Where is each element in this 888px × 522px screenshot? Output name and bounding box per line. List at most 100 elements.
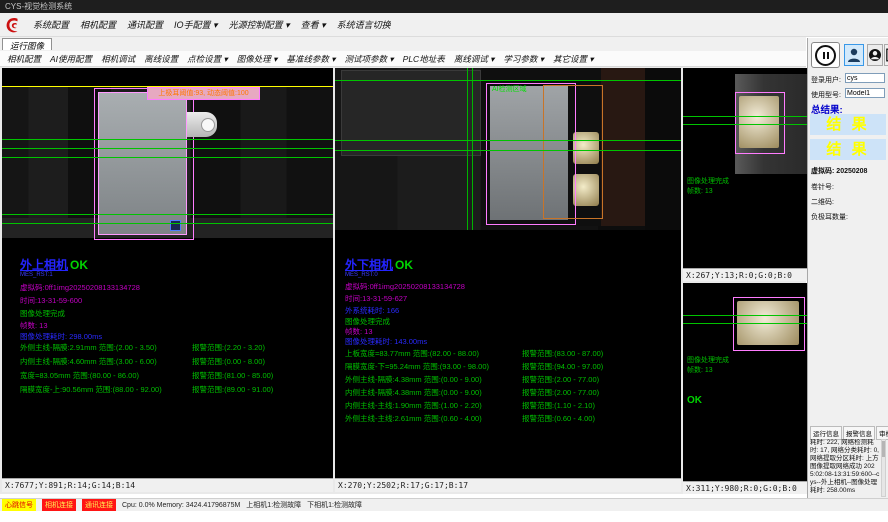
alarm-range: 报警范围:(0.60 - 4.00) <box>522 413 595 424</box>
menu-item-light-config[interactable]: 光源控制配置 ▾ <box>229 18 290 31</box>
pixel-coords-strip: X:267;Y:13;R:0;G:0;B:0 <box>683 268 807 281</box>
measurement-value: 隔膜宽度-上:90.56mm 范围:(88.00 - 92.00) <box>20 384 192 395</box>
ok-status: OK <box>395 258 413 272</box>
qr-code-label: 二维码: <box>811 197 834 207</box>
result-box-lower: 结 果 <box>810 139 886 160</box>
tool-image-process[interactable]: 图像处理 ▾ <box>237 53 278 65</box>
cpu-memory-status: Cpu: 0.0% Memory: 3424.41796875M <box>122 502 240 509</box>
camera-name: 外下相机 <box>345 258 393 272</box>
admin-mode-button[interactable] <box>867 44 883 66</box>
lower-camera-status: 下相机1:检测故障 <box>307 500 362 510</box>
measurement-value: 外侧主线-隔膜:2.91mm 范围:(2.00 - 3.50) <box>20 342 192 353</box>
alarm-range: 报警范围:(89.00 - 91.00) <box>192 384 273 395</box>
pixel-coords: X:267;Y:13;R:0;G:0;B:0 <box>686 271 792 280</box>
process-elapsed: 图像处理耗时: 298.00ms <box>20 331 102 342</box>
pin-number-label: 卷针号: <box>811 182 834 192</box>
system-elapsed: 外系统耗时: 166 <box>345 305 399 316</box>
guide-line-green <box>2 214 333 215</box>
menu-item-io-config[interactable]: IO手配置 ▾ <box>174 18 218 31</box>
guide-line-green <box>335 140 681 141</box>
virtual-code-label: 虚拟码: 20250208 <box>811 166 867 176</box>
measurement-value: 上板宽度=83.77mm 范围:(82.00 - 88.00) <box>345 348 522 359</box>
log-tab-audit[interactable]: 审核信息 <box>876 426 888 440</box>
measurement-value: 隔膜宽度-下=95.24mm 范围:(93.00 - 98.00) <box>345 361 522 372</box>
roi-outline-magenta <box>735 92 785 154</box>
window-title: CYS-视觉检测系统 <box>5 2 72 11</box>
measurement-row: 上板宽度=83.77mm 范围:(82.00 - 88.00) 报警范围:(83… <box>345 348 603 359</box>
log-scrollbar-thumb[interactable] <box>882 441 885 457</box>
ok-status: OK <box>687 395 702 406</box>
roi-outline-magenta <box>733 297 805 351</box>
guide-line-green <box>2 139 333 140</box>
pixel-coords: X:311;Y:980;R:0;G:0;B:0 <box>686 484 797 493</box>
process-elapsed: 图像处理耗时: 143.00ms <box>345 336 427 347</box>
guide-line-green-vertical <box>467 68 468 230</box>
alarm-range: 报警范围:(2.00 - 77.00) <box>522 374 599 385</box>
logout-button[interactable] <box>884 44 888 66</box>
guide-line-green-vertical <box>472 68 473 230</box>
measurement-row: 内侧主线-隔膜:4.38mm 范围:(0.00 - 9.00) 报警范围:(2.… <box>345 387 599 398</box>
tool-offline-setting[interactable]: 离线设置 <box>144 53 178 65</box>
tool-offline-debug[interactable]: 离线调试 ▾ <box>454 53 495 65</box>
frame-count: 帧数: 13 <box>20 320 48 331</box>
tool-learn-params[interactable]: 学习参数 ▾ <box>503 53 544 65</box>
connector-image <box>187 112 217 137</box>
menu-bar: 系统配置 相机配置 通讯配置 IO手配置 ▾ 光源控制配置 ▾ 查看 ▾ 系统语… <box>0 13 888 37</box>
measurement-row: 内侧主线-隔膜:4.60mm 范围:(3.00 - 6.00) 报警范围:(0.… <box>20 356 265 367</box>
tool-spot-check[interactable]: 点检设置 ▾ <box>187 53 228 65</box>
pixel-coords-strip: X:7677;Y:891;R:14;G:14;B:14 <box>2 478 333 492</box>
tool-baseline-params[interactable]: 基准线参数 ▾ <box>286 53 335 65</box>
status-bar: 心跳信号 相机连接 通讯连接 Cpu: 0.0% Memory: 3424.41… <box>0 498 888 511</box>
camera-view-upper-outer[interactable]: 上极耳阈值:93, 动态阈值:100 外上相机OK MES_RST:1 虚拟码:… <box>2 68 333 478</box>
log-tab-run[interactable]: 运行信息 <box>810 426 842 440</box>
tool-other-settings[interactable]: 其它设置 ▾ <box>553 53 594 65</box>
capture-time: 时间:13-31-59-627 <box>345 293 407 304</box>
alarm-range: 报警范围:(81.00 - 85.00) <box>192 370 273 381</box>
app-window: CYS-视觉检测系统 系统配置 相机配置 通讯配置 IO手配置 ▾ 光源控制配置… <box>0 0 888 522</box>
tab-run-image[interactable]: 运行图像 <box>2 38 52 50</box>
measurement-value: 外侧主线-隔膜:4.38mm 范围:(0.00 - 9.00) <box>345 374 522 385</box>
frame-count: 帧数: 13 <box>687 186 713 196</box>
mes-result: MES_RST:1 <box>20 272 53 278</box>
alarm-range: 报警范围:(2.00 - 77.00) <box>522 387 599 398</box>
operator-mode-button[interactable] <box>844 44 864 66</box>
tool-plc-address[interactable]: PLC地址表 <box>403 53 445 65</box>
log-tab-alarm[interactable]: 报警信息 <box>843 426 875 440</box>
mes-result: MES_RST:0 <box>345 272 378 278</box>
measurement-value: 内侧主线-主线:1.90mm 范围:(1.00 - 2.20) <box>345 400 522 411</box>
log-scrollbar[interactable] <box>881 439 886 497</box>
tool-camera-debug[interactable]: 相机调试 <box>101 53 135 65</box>
login-user-field[interactable] <box>845 73 885 83</box>
measurement-row: 外侧主线-隔膜:4.38mm 范围:(0.00 - 9.00) 报警范围:(2.… <box>345 374 599 385</box>
model-select[interactable] <box>845 88 885 98</box>
menu-item-comm-config[interactable]: 通讯配置 <box>127 18 163 31</box>
roi-baseline-magenta <box>486 224 574 225</box>
virtual-code: 虚拟码:0ff1img20250208133134728 <box>345 281 465 292</box>
tool-camera-config[interactable]: 相机配置 <box>7 53 41 65</box>
menu-item-system-config[interactable]: 系统配置 <box>33 18 69 31</box>
tool-test-params[interactable]: 测试项参数 ▾ <box>345 53 394 65</box>
camera-result-title: 外下相机OK <box>345 256 413 273</box>
guide-line-green <box>683 315 807 316</box>
guide-line-green <box>683 116 807 117</box>
menu-item-language[interactable]: 系统语言切换 <box>337 18 391 31</box>
tool-ai-config[interactable]: AI使用配置 <box>50 53 92 65</box>
pixel-coords: X:270;Y:2502;R:17;G:17;B:17 <box>338 481 468 490</box>
machinery-panel <box>341 70 481 156</box>
camera-view-small-bottom[interactable]: 图像处理完成 帧数: 13 OK <box>683 283 807 481</box>
measurement-value: 外侧主线-主线:2.61mm 范围:(0.60 - 4.00) <box>345 413 522 424</box>
threshold-overlay-label: 上极耳阈值:93, 动态阈值:100 <box>147 87 260 100</box>
run-log-text: 耗时: 222, 网络检测耗时: 17, 网络分类耗时: 0, 网络提取分区耗时… <box>810 439 880 497</box>
guide-line-green <box>683 124 807 125</box>
camera-view-small-top[interactable]: 图像处理完成 帧数: 13 <box>683 68 807 268</box>
pause-button[interactable] <box>811 42 840 68</box>
alarm-range: 报警范围:(0.00 - 8.00) <box>192 356 265 367</box>
pause-icon <box>815 45 836 66</box>
camera-view-lower-outer[interactable]: AI检测区域 外下相机OK MES_RST:0 虚拟码:0ff1img20250… <box>335 68 681 478</box>
tab-strip: 运行图像 <box>0 37 806 52</box>
result-box-upper: 结 果 <box>810 114 886 135</box>
menu-item-view[interactable]: 查看 ▾ <box>301 18 326 31</box>
virtual-code: 虚拟码:0ff1img20250208133134728 <box>20 282 140 293</box>
guide-line-green <box>335 80 681 81</box>
menu-item-camera-config[interactable]: 相机配置 <box>80 18 116 31</box>
